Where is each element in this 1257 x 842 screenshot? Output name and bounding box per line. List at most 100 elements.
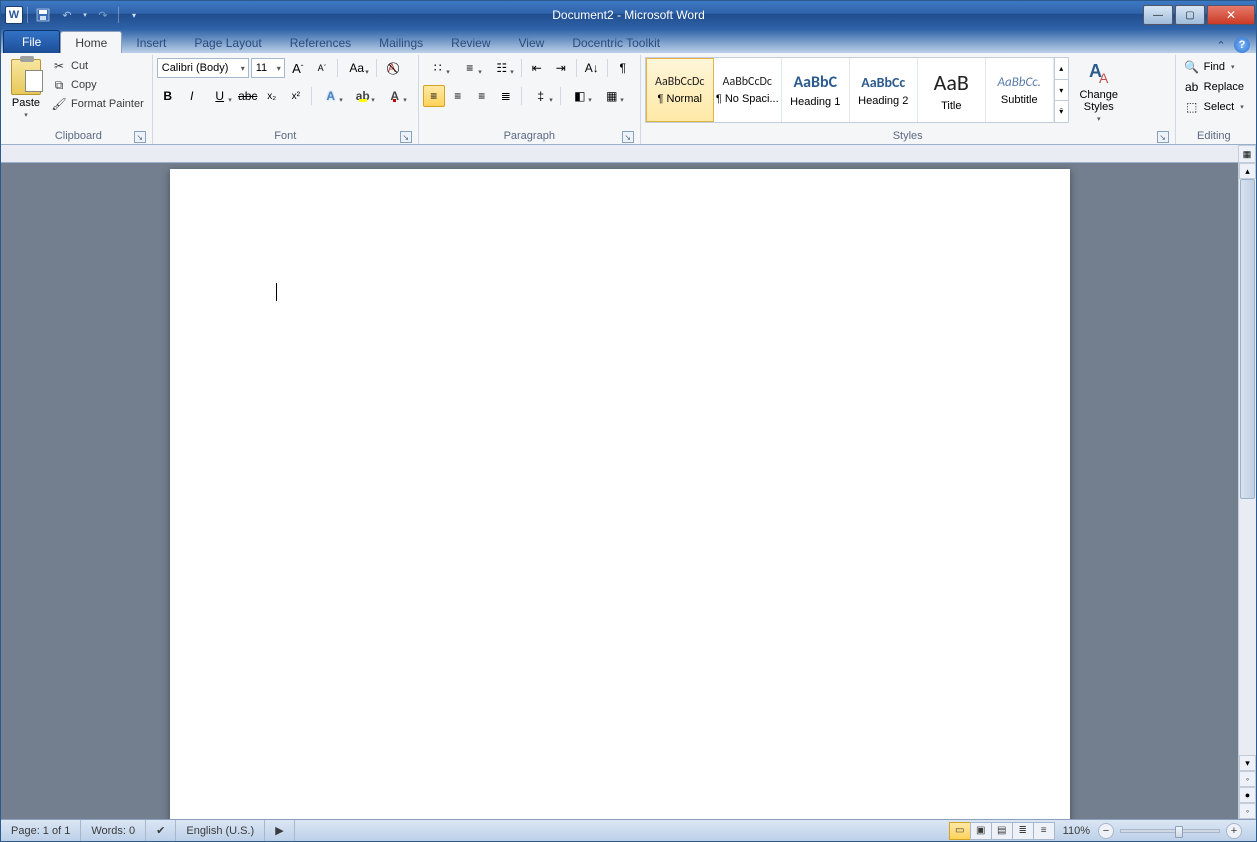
ruler-toggle-button[interactable]: ▦ — [1238, 145, 1256, 163]
grow-font-button[interactable]: Aˆ — [287, 57, 309, 79]
justify-button[interactable]: ≣ — [495, 85, 517, 107]
status-words[interactable]: Words: 0 — [81, 820, 146, 841]
strikethrough-button[interactable]: abc — [237, 85, 259, 107]
redo-icon[interactable]: ↷ — [92, 5, 114, 25]
change-case-button[interactable]: Aa — [342, 57, 372, 79]
cut-button[interactable]: ✂ Cut — [47, 57, 148, 75]
view-draft-button[interactable]: ≡ — [1033, 822, 1055, 840]
view-print-layout-button[interactable]: ▭ — [949, 822, 971, 840]
styles-expand[interactable]: ▾̄ — [1055, 101, 1068, 122]
borders-button[interactable]: ▦ — [597, 85, 627, 107]
scroll-up-button[interactable]: ▴ — [1239, 163, 1256, 179]
style-title[interactable]: AaB Title — [918, 58, 986, 122]
group-styles: AaBbCcDc ¶ Normal AaBbCcDc ¶ No Spaci...… — [641, 55, 1176, 144]
style-normal[interactable]: AaBbCcDc ¶ Normal — [646, 58, 714, 122]
sort-button[interactable]: A↓ — [581, 57, 603, 79]
clear-formatting-button[interactable]: A⃠ — [381, 57, 403, 79]
style-heading-2[interactable]: AaBbCc Heading 2 — [850, 58, 918, 122]
align-right-button[interactable]: ≡ — [471, 85, 493, 107]
format-painter-button[interactable]: 🖌 Format Painter — [47, 95, 148, 113]
status-language[interactable]: English (U.S.) — [176, 820, 265, 841]
window-title: Document2 - Microsoft Word — [1, 8, 1256, 22]
undo-dropdown[interactable]: ▾ — [80, 5, 90, 25]
vertical-scrollbar[interactable]: ▴ ▾ ◦ ● ◦ — [1238, 163, 1256, 819]
next-page-button[interactable]: ◦ — [1239, 803, 1256, 819]
tab-page-layout[interactable]: Page Layout — [180, 32, 275, 53]
zoom-in-button[interactable]: + — [1226, 823, 1242, 839]
view-full-screen-button[interactable]: ▣ — [970, 822, 992, 840]
numbering-button[interactable]: ≡ — [455, 57, 485, 79]
replace-button[interactable]: ab Replace — [1180, 77, 1248, 97]
minimize-ribbon-icon[interactable]: ⌃ — [1214, 38, 1228, 52]
tab-references[interactable]: References — [276, 32, 365, 53]
word-app-icon[interactable]: W — [5, 6, 23, 24]
zoom-out-button[interactable]: − — [1098, 823, 1114, 839]
styles-scroll-down[interactable]: ▾ — [1055, 80, 1068, 102]
paragraph-dialog-launcher[interactable]: ↘ — [622, 131, 634, 143]
status-macro[interactable]: ▶ — [265, 820, 294, 841]
previous-page-button[interactable]: ◦ — [1239, 771, 1256, 787]
shrink-font-button[interactable]: Aˇ — [311, 57, 333, 79]
scroll-thumb[interactable] — [1240, 179, 1255, 499]
tab-review[interactable]: Review — [437, 32, 504, 53]
undo-icon[interactable]: ↶ — [56, 5, 78, 25]
increase-indent-button[interactable]: ⇥ — [550, 57, 572, 79]
find-button[interactable]: 🔍 Find ▾ — [1180, 57, 1248, 77]
scroll-down-button[interactable]: ▾ — [1239, 755, 1256, 771]
align-center-button[interactable]: ≡ — [447, 85, 469, 107]
align-left-button[interactable]: ≡ — [423, 85, 445, 107]
tab-mailings[interactable]: Mailings — [365, 32, 437, 53]
scroll-track[interactable] — [1239, 179, 1256, 755]
shading-button[interactable]: ◧ — [565, 85, 595, 107]
font-size-combo[interactable]: 11 — [251, 58, 285, 78]
horizontal-ruler[interactable] — [1, 145, 1256, 163]
status-proofing[interactable]: ✔ — [146, 820, 176, 841]
status-page[interactable]: Page: 1 of 1 — [1, 820, 81, 841]
font-name-combo[interactable]: Calibri (Body) — [157, 58, 249, 78]
view-outline-button[interactable]: ≣ — [1012, 822, 1034, 840]
page[interactable] — [170, 169, 1070, 819]
tab-docentric-toolkit[interactable]: Docentric Toolkit — [558, 32, 674, 53]
clipboard-dialog-launcher[interactable]: ↘ — [134, 131, 146, 143]
tab-insert[interactable]: Insert — [122, 32, 180, 53]
tab-home[interactable]: Home — [60, 31, 122, 53]
help-icon[interactable]: ? — [1234, 37, 1250, 53]
minimize-button[interactable]: — — [1143, 5, 1173, 25]
zoom-level[interactable]: 110% — [1055, 825, 1098, 837]
qat-customize-dropdown[interactable]: ▾ — [123, 5, 145, 25]
italic-button[interactable]: I — [181, 85, 203, 107]
tab-view[interactable]: View — [505, 32, 559, 53]
select-button[interactable]: ⬚ Select ▾ — [1180, 97, 1248, 117]
change-styles-button[interactable]: AA Change Styles ▾ — [1075, 57, 1123, 125]
style-no-spacing[interactable]: AaBbCcDc ¶ No Spaci... — [714, 58, 782, 122]
styles-dialog-launcher[interactable]: ↘ — [1157, 131, 1169, 143]
tab-file[interactable]: File — [3, 30, 60, 53]
highlight-color-button[interactable]: ab — [348, 85, 378, 107]
close-button[interactable]: ✕ — [1207, 5, 1255, 25]
subscript-button[interactable]: x₂ — [261, 85, 283, 107]
view-web-layout-button[interactable]: ▤ — [991, 822, 1013, 840]
underline-button[interactable]: U — [205, 85, 235, 107]
page-viewport[interactable] — [1, 163, 1238, 819]
decrease-indent-button[interactable]: ⇤ — [526, 57, 548, 79]
font-dialog-launcher[interactable]: ↘ — [400, 131, 412, 143]
maximize-button[interactable]: ▢ — [1175, 5, 1205, 25]
style-subtitle[interactable]: AaBbCc. Subtitle — [986, 58, 1054, 122]
bold-button[interactable]: B — [157, 85, 179, 107]
multilevel-list-button[interactable]: ☷ — [487, 57, 517, 79]
zoom-slider-thumb[interactable] — [1175, 826, 1183, 838]
font-color-button[interactable]: A — [380, 85, 410, 107]
browse-object-button[interactable]: ● — [1239, 787, 1256, 803]
save-icon[interactable] — [32, 5, 54, 25]
superscript-button[interactable]: x² — [285, 85, 307, 107]
zoom-slider[interactable] — [1120, 829, 1220, 833]
style-name: Heading 1 — [790, 96, 840, 108]
styles-scroll-up[interactable]: ▴ — [1055, 58, 1068, 80]
show-hide-button[interactable]: ¶ — [612, 57, 634, 79]
paste-button[interactable]: Paste ▾ — [9, 57, 43, 121]
copy-button[interactable]: ⧉ Copy — [47, 76, 148, 94]
style-heading-1[interactable]: AaBbC Heading 1 — [782, 58, 850, 122]
text-effects-button[interactable]: A — [316, 85, 346, 107]
bullets-button[interactable]: ∷ — [423, 57, 453, 79]
line-spacing-button[interactable]: ‡ — [526, 85, 556, 107]
